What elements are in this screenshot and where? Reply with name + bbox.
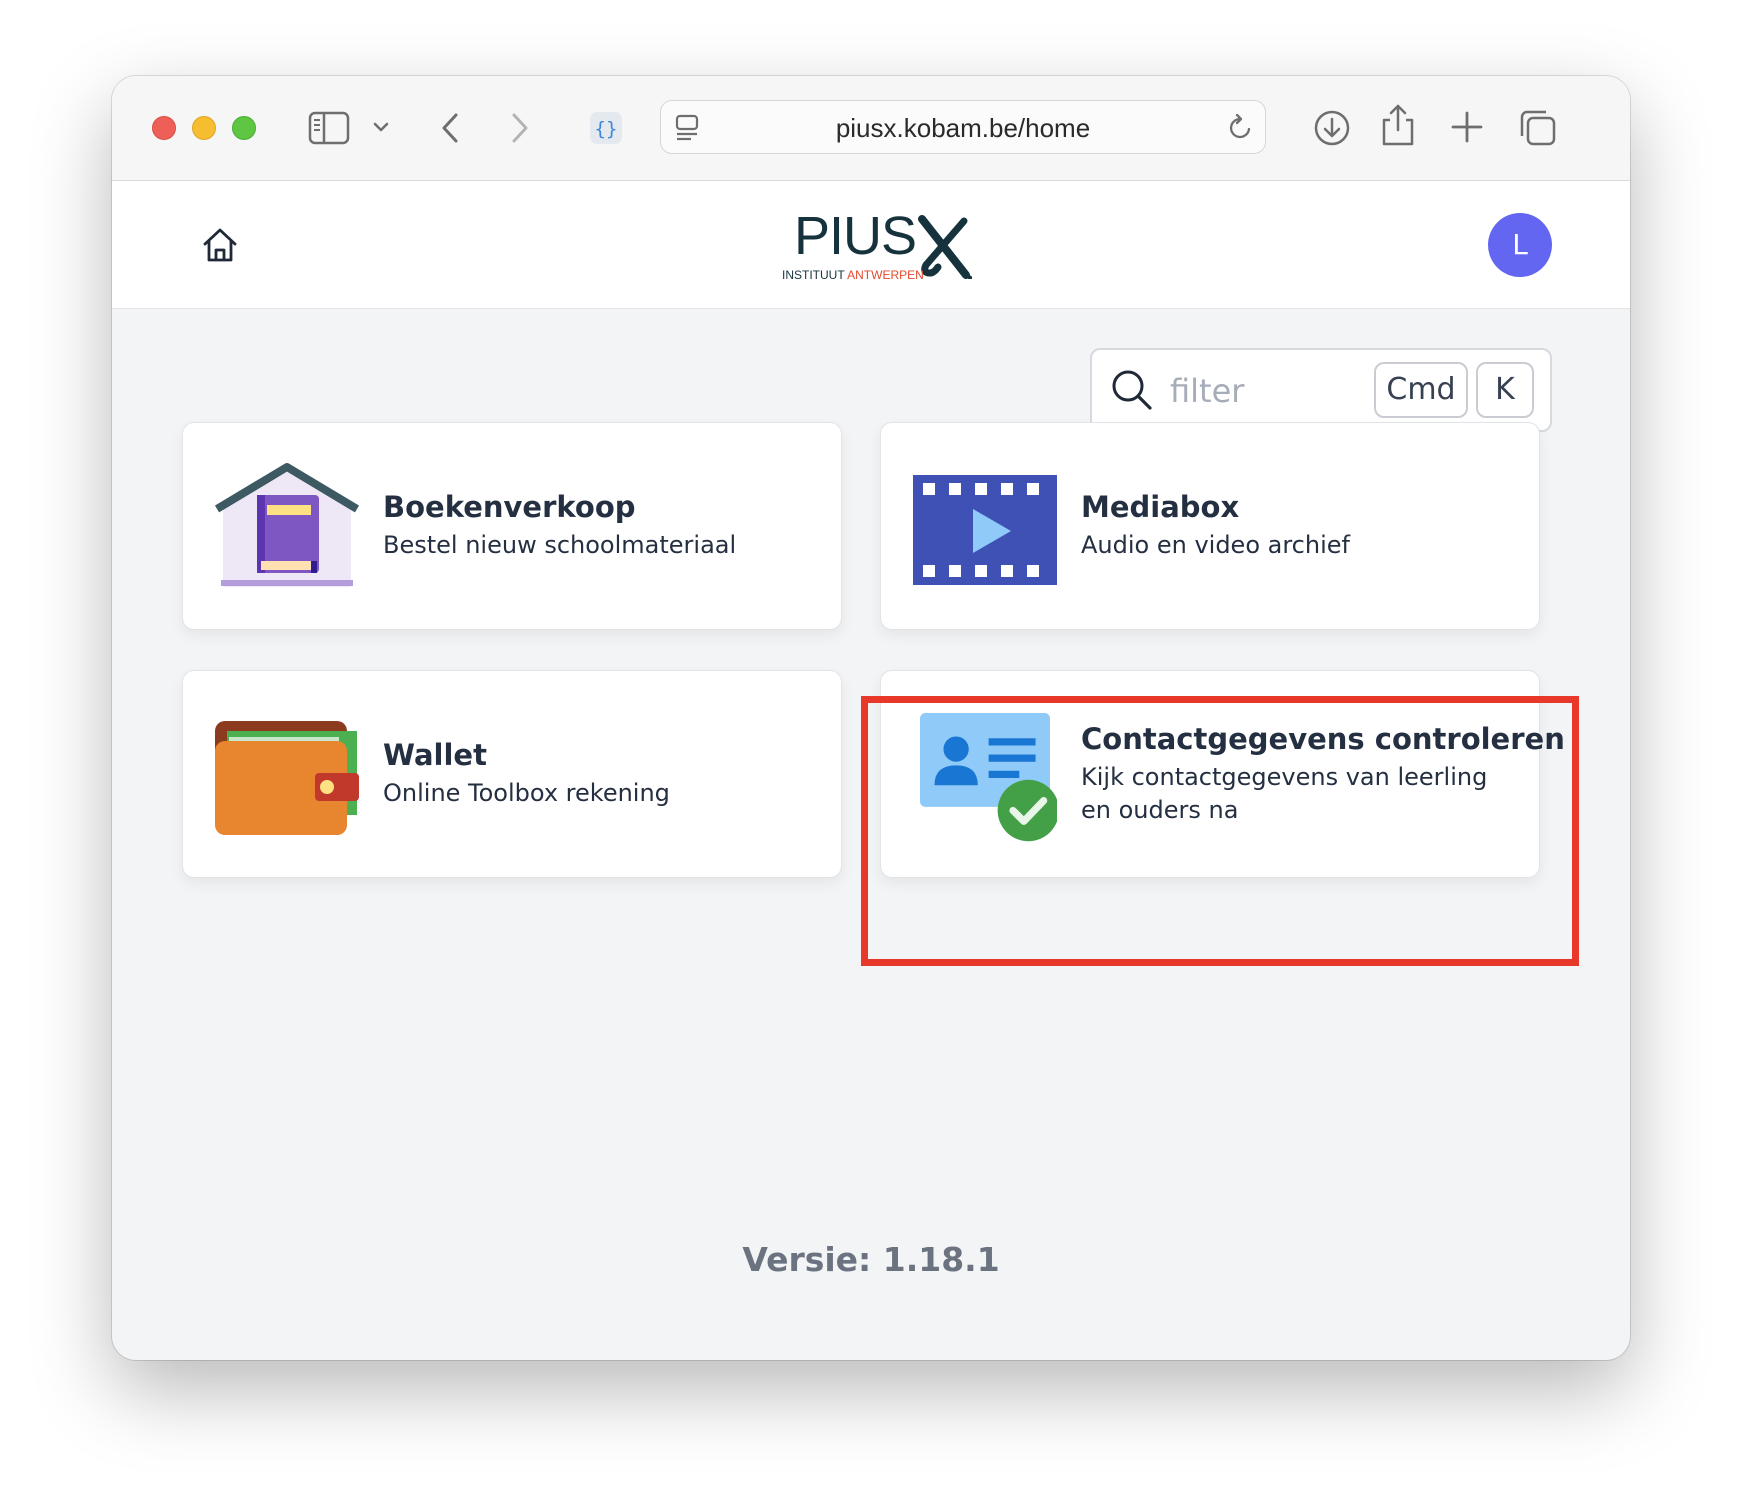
card-description: Online Toolbox rekening xyxy=(383,779,670,807)
sidebar-icon[interactable] xyxy=(308,110,350,146)
wallet-icon xyxy=(215,721,359,835)
card-boekenverkoop[interactable]: Boekenverkoop Bestel nieuw schoolmateria… xyxy=(182,422,842,630)
logo-text: PIUS xyxy=(794,206,917,266)
user-avatar[interactable]: L xyxy=(1488,213,1552,277)
extension-icon[interactable]: {} xyxy=(588,110,624,146)
browser-toolbar: {} piusx.kobam.be/home xyxy=(112,76,1630,181)
chevron-down-icon[interactable] xyxy=(372,120,390,134)
share-icon[interactable] xyxy=(1380,102,1416,148)
browser-window: {} piusx.kobam.be/home PIUS INSTITUUT AN… xyxy=(112,76,1630,1360)
download-icon[interactable] xyxy=(1312,108,1352,148)
card-title: Boekenverkoop xyxy=(383,490,636,524)
shortcut-key-k: K xyxy=(1476,362,1534,418)
app-header: PIUS INSTITUUT ANTWERPEN L xyxy=(112,181,1630,309)
minimize-window-button[interactable] xyxy=(192,116,216,140)
card-text: Contactgegevens controleren Kijk contact… xyxy=(1081,721,1565,827)
address-bar[interactable]: piusx.kobam.be/home xyxy=(660,100,1266,154)
card-description: Kijk contactgegevens van leerling en oud… xyxy=(1081,763,1488,824)
card-title: Contactgegevens controleren xyxy=(1081,722,1565,756)
close-window-button[interactable] xyxy=(152,116,176,140)
logo-subtitle: INSTITUUT ANTWERPEN xyxy=(782,269,924,281)
forward-icon[interactable] xyxy=(508,110,532,146)
back-icon[interactable] xyxy=(438,110,462,146)
search-icon xyxy=(1112,370,1152,410)
card-contactgegevens-controleren[interactable]: Contactgegevens controleren Kijk contact… xyxy=(880,670,1565,878)
home-icon[interactable] xyxy=(200,225,240,265)
card-text: Boekenverkoop Bestel nieuw schoolmateria… xyxy=(383,489,817,562)
contact-card-check-icon xyxy=(920,713,1057,842)
card-wallet[interactable]: Wallet Online Toolbox rekening xyxy=(182,670,842,878)
shortcut-key-cmd: Cmd xyxy=(1374,362,1468,418)
card-description: Bestel nieuw schoolmateriaal xyxy=(383,531,737,559)
card-mediabox[interactable]: Mediabox Audio en video archief xyxy=(880,422,1540,630)
book-house-icon xyxy=(215,463,359,587)
svg-text:{}: {} xyxy=(595,118,618,140)
reload-icon[interactable] xyxy=(1225,113,1255,143)
card-text: Wallet Online Toolbox rekening xyxy=(383,737,817,810)
card-title: Wallet xyxy=(383,738,487,772)
tabs-overview-icon[interactable] xyxy=(1518,108,1558,148)
filter-search: Cmd K xyxy=(1090,348,1552,432)
card-text: Mediabox Audio en video archief xyxy=(1081,489,1515,562)
filter-input[interactable] xyxy=(1168,364,1362,418)
card-description: Audio en video archief xyxy=(1081,531,1350,559)
zoom-window-button[interactable] xyxy=(232,116,256,140)
logo-sub-city: ANTWERPEN xyxy=(847,268,924,282)
new-tab-icon[interactable] xyxy=(1450,110,1484,144)
logo-x-mark-icon xyxy=(918,215,972,279)
url-text[interactable]: piusx.kobam.be/home xyxy=(661,113,1265,144)
logo-sub-institute: INSTITUUT xyxy=(782,268,848,282)
film-play-icon xyxy=(913,475,1057,585)
version-label: Versie: 1.18.1 xyxy=(742,1240,1000,1279)
card-title: Mediabox xyxy=(1081,490,1240,524)
